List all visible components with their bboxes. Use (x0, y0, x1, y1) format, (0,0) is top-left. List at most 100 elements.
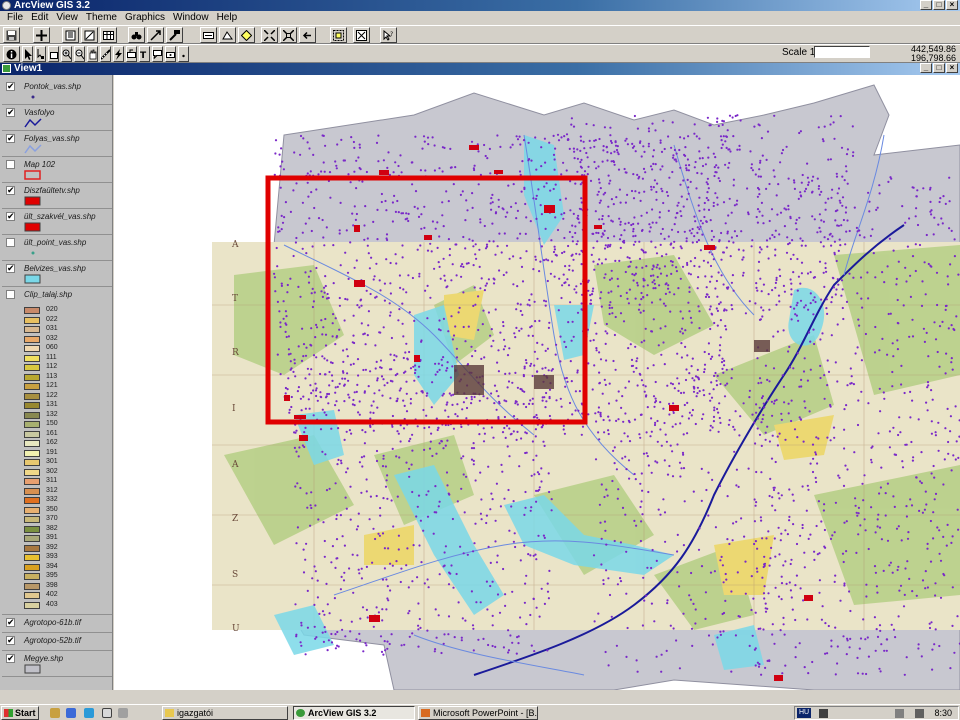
tray-network-icon[interactable] (819, 709, 828, 718)
app-close-button[interactable]: × (946, 0, 958, 10)
pointer-tool[interactable] (22, 46, 33, 62)
theme-visibility-checkbox[interactable] (6, 238, 15, 247)
zoom-selected-button[interactable] (238, 27, 255, 43)
measure-tool[interactable] (100, 46, 111, 62)
label-tool[interactable]: T (139, 46, 150, 62)
find-button[interactable] (128, 27, 145, 43)
query-builder-button[interactable] (166, 27, 183, 43)
zoom-active-themes-button[interactable] (219, 27, 236, 43)
theme-visibility-checkbox[interactable]: ✔ (6, 636, 15, 645)
point-feature (578, 390, 581, 393)
point-feature (663, 237, 666, 240)
point-feature (718, 349, 722, 352)
quicklaunch-desktop-icon[interactable] (102, 708, 112, 718)
add-theme-button[interactable] (33, 27, 50, 43)
toc-theme-entry[interactable]: ✔ Megye.shp (0, 651, 112, 677)
save-project-button[interactable] (3, 27, 20, 43)
point-feature (365, 490, 368, 493)
language-indicator[interactable]: HU (797, 708, 811, 718)
theme-visibility-checkbox[interactable]: ✔ (6, 654, 15, 663)
app-minimize-button[interactable]: _ (920, 0, 932, 10)
view-close-button[interactable]: × (946, 63, 958, 73)
pan-tool[interactable] (87, 46, 98, 62)
theme-visibility-checkbox[interactable] (6, 290, 15, 299)
theme-visibility-checkbox[interactable]: ✔ (6, 134, 15, 143)
toc-theme-entry[interactable]: ült_point_vas.shp (0, 235, 112, 261)
soil-legend-label: 398 (46, 581, 58, 589)
menu-theme[interactable]: Theme (82, 11, 121, 25)
quicklaunch-ie-icon[interactable] (66, 708, 76, 718)
draw-point-tool[interactable] (178, 46, 189, 62)
pointer-drop-tool[interactable] (165, 46, 176, 62)
toc-theme-entry[interactable]: ✔ Agrotopo-52b.tif (0, 633, 112, 651)
point-feature (706, 191, 709, 194)
zoom-full-extent-button[interactable] (200, 27, 217, 43)
toc-theme-entry[interactable]: Clip_talaj.shp (0, 287, 112, 307)
theme-visibility-checkbox[interactable]: ✔ (6, 82, 15, 91)
toc-theme-entry[interactable]: ✔ Diszfaültetv.shp (0, 183, 112, 209)
point-feature (451, 517, 454, 521)
menu-view[interactable]: View (52, 11, 82, 25)
taskbar-button-arcview[interactable]: ArcView GIS 3.2 (293, 706, 415, 720)
start-button[interactable]: Start (1, 706, 39, 720)
toc-theme-entry[interactable]: ✔ Folyas_vas.shp (0, 131, 112, 157)
help-cursor-button[interactable]: ? (380, 27, 397, 43)
tray-volume-icon[interactable] (895, 709, 904, 718)
point-feature (483, 432, 486, 435)
theme-visibility-checkbox[interactable]: ✔ (6, 618, 15, 627)
theme-properties-button[interactable] (62, 27, 79, 43)
map-canvas[interactable]: ATRIAZSU (114, 75, 960, 690)
theme-visibility-checkbox[interactable]: ✔ (6, 186, 15, 195)
menu-graphics[interactable]: Graphics (121, 11, 169, 25)
taskbar-button-folder[interactable]: igazgatói (162, 706, 288, 720)
menu-file[interactable]: File (3, 11, 27, 25)
tray-monitor-icon[interactable] (915, 709, 924, 718)
theme-visibility-checkbox[interactable] (6, 160, 15, 169)
view-minimize-button[interactable]: _ (920, 63, 932, 73)
zoom-in-tool[interactable] (61, 46, 72, 62)
app-maximize-button[interactable]: □ (933, 0, 945, 10)
point-feature (505, 424, 509, 427)
open-table-button[interactable] (100, 27, 117, 43)
select-feature-tool[interactable] (48, 46, 59, 62)
text-tool[interactable] (152, 46, 163, 62)
point-feature (609, 301, 612, 304)
area-of-interest-tool[interactable] (126, 46, 137, 62)
quicklaunch-explorer-icon[interactable] (50, 708, 60, 718)
quicklaunch-app-icon[interactable] (118, 708, 128, 718)
point-feature (695, 240, 699, 244)
theme-visibility-checkbox[interactable]: ✔ (6, 108, 15, 117)
clear-selected-button[interactable] (353, 27, 370, 43)
arcview-app-icon[interactable] (2, 1, 11, 10)
menu-edit[interactable]: Edit (27, 11, 52, 25)
toc-theme-entry[interactable]: Map 102 (0, 157, 112, 183)
quicklaunch-outlook-icon[interactable] (84, 708, 94, 718)
zoom-previous-button[interactable] (299, 27, 316, 43)
theme-visibility-checkbox[interactable]: ✔ (6, 212, 15, 221)
view-window-icon[interactable] (2, 64, 11, 73)
menu-help[interactable]: Help (213, 11, 242, 25)
select-features-button[interactable] (330, 27, 347, 43)
toc-theme-entry[interactable]: ✔ Vasfolyo (0, 105, 112, 131)
zoom-out-button[interactable] (280, 27, 297, 43)
identify-tool[interactable] (3, 46, 20, 62)
toc-theme-entry[interactable]: ✔ Belvizes_vas.shp (0, 261, 112, 287)
toc-theme-entry[interactable]: ✔ ült_szakvél_vas.shp (0, 209, 112, 235)
hotlink-tool[interactable] (113, 46, 124, 62)
zoom-in-button[interactable] (261, 27, 278, 43)
point-feature (719, 633, 723, 637)
point-feature (707, 634, 711, 637)
toc-theme-entry[interactable]: ✔ Agrotopo-61b.tif (0, 615, 112, 633)
edit-legend-button[interactable] (81, 27, 98, 43)
menu-window[interactable]: Window (169, 11, 213, 25)
zoom-out-tool[interactable] (74, 46, 85, 62)
vertex-edit-tool[interactable] (35, 46, 46, 62)
taskbar-button-powerpoint[interactable]: Microsoft PowerPoint - [B... (418, 706, 538, 720)
view-maximize-button[interactable]: □ (933, 63, 945, 73)
locate-address-button[interactable] (147, 27, 164, 43)
scale-input[interactable] (814, 46, 870, 58)
point-feature (530, 644, 533, 647)
map-display[interactable]: ATRIAZSU (114, 75, 960, 690)
theme-visibility-checkbox[interactable]: ✔ (6, 264, 15, 273)
toc-theme-entry[interactable]: ✔ Pontok_vas.shp (0, 79, 112, 105)
